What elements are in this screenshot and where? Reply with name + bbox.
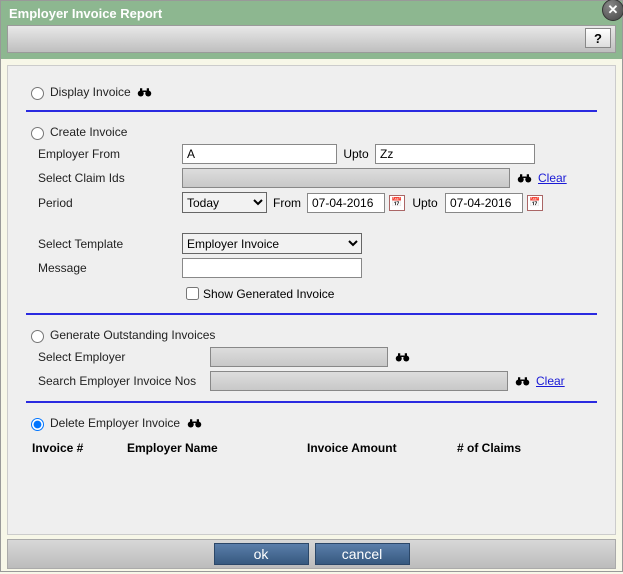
dialog-title: Employer Invoice Report [1,1,622,25]
radio-create-invoice[interactable] [31,127,44,140]
calendar-icon[interactable]: 📅 [389,195,405,211]
input-select-employer[interactable] [210,347,388,367]
checkbox-show-generated[interactable] [186,287,199,300]
label-show-generated: Show Generated Invoice [203,287,334,301]
radio-display-invoice[interactable] [31,87,44,100]
divider [26,110,597,112]
col-invoice-amount: Invoice Amount [307,441,457,455]
toolbar: ? [7,25,616,53]
row-period: Period Today From 📅 Upto 📅 [26,192,597,213]
input-employer-from[interactable] [182,144,337,164]
label-claim-ids: Select Claim Ids [32,171,182,185]
label-generate-outstanding: Generate Outstanding Invoices [50,328,215,342]
select-period[interactable]: Today [182,192,267,213]
label-select-employer: Select Employer [32,350,210,364]
label-display-invoice: Display Invoice [50,85,131,99]
row-claim-ids: Select Claim Ids Clear [26,168,597,188]
row-search-invoice-nos: Search Employer Invoice Nos Clear [26,371,597,391]
row-template: Select Template Employer Invoice [26,233,597,254]
link-clear-invoice-nos[interactable]: Clear [536,374,565,388]
link-clear-claims[interactable]: Clear [538,171,567,185]
calendar-icon[interactable]: 📅 [527,195,543,211]
divider [26,313,597,315]
option-display-invoice[interactable]: Display Invoice [26,84,597,100]
col-invoice-no: Invoice # [32,441,127,455]
help-button[interactable]: ? [585,28,611,48]
binoculars-icon[interactable] [186,415,202,431]
close-icon[interactable]: ✕ [602,0,623,21]
label-period-upto: Upto [405,196,445,210]
input-search-invoice-nos[interactable] [210,371,508,391]
binoculars-icon[interactable] [394,349,410,365]
title-text: Employer Invoice Report [9,6,162,21]
label-upto: Upto [337,147,375,161]
label-from: From [267,196,307,210]
row-employer-from: Employer From Upto [26,144,597,164]
binoculars-icon[interactable] [516,170,532,186]
option-generate-outstanding[interactable]: Generate Outstanding Invoices [26,327,597,343]
radio-generate-outstanding[interactable] [31,330,44,343]
input-date-upto[interactable] [445,193,523,213]
help-label: ? [594,31,602,46]
row-show-generated: Show Generated Invoice [26,284,597,303]
input-message[interactable] [182,258,362,278]
binoculars-icon[interactable] [514,373,530,389]
col-num-claims: # of Claims [457,441,557,455]
content-panel: Display Invoice Create Invoice Employer … [7,65,616,535]
cancel-button[interactable]: cancel [315,543,410,565]
option-delete-invoice[interactable]: Delete Employer Invoice [26,415,597,431]
footer-bar: ok cancel [7,539,616,569]
col-employer-name: Employer Name [127,441,307,455]
radio-delete-invoice[interactable] [31,418,44,431]
divider [26,401,597,403]
select-template[interactable]: Employer Invoice [182,233,362,254]
label-create-invoice: Create Invoice [50,125,127,139]
label-search-invoice-nos: Search Employer Invoice Nos [32,374,210,388]
label-employer-from: Employer From [32,147,182,161]
dialog-window: ✕ Employer Invoice Report ? Display Invo… [0,0,623,572]
label-message: Message [32,261,182,275]
label-template: Select Template [32,237,182,251]
delete-table-header: Invoice # Employer Name Invoice Amount #… [26,441,597,455]
input-employer-upto[interactable] [375,144,535,164]
row-message: Message [26,258,597,278]
label-period: Period [32,196,182,210]
row-select-employer: Select Employer [26,347,597,367]
input-date-from[interactable] [307,193,385,213]
binoculars-icon[interactable] [137,84,153,100]
input-claim-ids[interactable] [182,168,510,188]
option-create-invoice[interactable]: Create Invoice [26,124,597,140]
label-delete-invoice: Delete Employer Invoice [50,416,180,430]
ok-button[interactable]: ok [214,543,309,565]
